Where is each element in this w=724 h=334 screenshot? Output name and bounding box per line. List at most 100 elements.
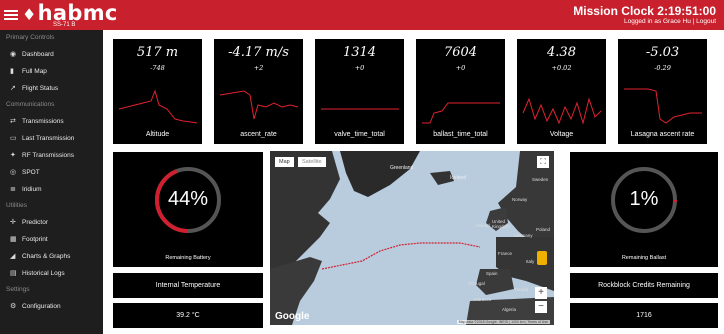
sidebar-item-label: SPOT [22,169,40,176]
rockblock-value: 1716 [636,312,652,319]
flight-path [321,242,481,270]
stat-delta: -0.29 [654,64,671,72]
stat-card-ballast-time-total: 7604 +0 ballast_time_total [416,39,505,144]
top-bar: ♦habmc SS-71 B Mission Clock 2:19:51:00 … [0,0,724,30]
stat-card-voltage: 4.38 +0.02 Voltage [517,39,606,144]
sidebar-item-label: Footprint [22,236,48,243]
map-label-uk: United Kingdom [492,219,510,229]
sidebar-item-label: Historical Logs [22,270,65,277]
stat-label: valve_time_total [334,131,385,138]
window-icon: ▭ [10,135,17,142]
sidebar-section-heading: Settings [6,286,30,293]
sidebar-item-full-map[interactable]: ▮ Full Map [0,63,103,80]
login-status[interactable]: Logged in as Grace Hu | Logout [624,18,716,25]
cogs-icon: ⚙ [10,303,17,310]
greenland-landmass [340,151,420,197]
area-chart-icon: ◢ [10,253,16,260]
stat-delta: +0 [354,64,365,72]
google-logo: Google [275,311,310,322]
hamburger-menu-icon[interactable] [4,8,18,22]
stat-sparkline-line [422,102,500,124]
sidebar-item-footprint[interactable]: ▦ Footprint [0,231,103,248]
map-type-satellite-button[interactable]: Satellite [298,157,326,167]
ballast-label: Remaining Ballast [621,255,667,261]
map-label-tunisia: Tunisia [514,287,529,292]
stat-value: 7604 [443,45,478,60]
zoom-in-button[interactable]: + [535,287,547,299]
map-label-germany: Germany [514,233,533,238]
stat-sparkline-line [522,97,602,125]
sidebar-item-charts-graphs[interactable]: ◢ Charts & Graphs [0,248,103,265]
stat-sparkline-line [118,89,198,124]
rockblock-value-box: 1716 [570,303,718,328]
stat-value: 517 m [136,45,179,60]
map-label-morocco: Morocco [474,297,492,302]
map-label-algeria: Algeria [502,307,517,312]
stat-value: -4.17 m/s [228,45,289,60]
stat-card-lasagna-ascent-rate: -5.03 -0.29 Lasagna ascent rate [618,39,707,144]
sidebar-item-label: Flight Status [22,85,59,92]
map-type-map-button[interactable]: Map [275,157,294,167]
internal-temp-value-box: 39.2 °C [113,303,263,328]
stat-label: ballast_time_total [433,131,488,138]
stat-label: ascent_rate [240,131,277,138]
sidebar-section-heading: Primary Controls [6,34,55,41]
sidebar-item-dashboard[interactable]: ◉ Dashboard [0,46,103,63]
ballast-panel: 1% Remaining Ballast [570,152,718,267]
street-view-pegman-icon[interactable] [537,251,547,265]
map-type-satellite-label: Satellite [302,159,322,165]
list-icon: ≣ [10,186,16,193]
stat-sparkline-line [624,88,702,124]
stat-label: Voltage [549,131,574,138]
map-label-iceland: Iceland [450,175,467,181]
map-canvas[interactable] [270,151,554,325]
sidebar-item-label: Predictor [22,219,49,226]
map-label-norway: Norway [512,197,528,202]
pin-icon: ♦ [22,5,37,24]
stat-sparkline-line [219,90,299,120]
battery-panel: 44% Remaining Battery [113,152,263,267]
stat-sparkline [219,90,299,120]
sidebar-item-transmissions[interactable]: ⇄ Transmissions [0,113,103,130]
rockblock-label-box: Rockblock Credits Remaining [570,273,718,298]
map-footer[interactable]: Map data ©2018 Google, INEGI | 1000 km |… [456,320,550,324]
crosshair-icon: ✛ [10,219,16,226]
sidebar-item-label: Transmissions [22,118,64,125]
flight-map[interactable]: Map Satellite ⛶ Greenland Iceland Sweden… [270,151,554,325]
zoom-out-button[interactable]: − [535,301,547,313]
stat-delta: +2 [253,64,264,72]
sidebar-item-historical-logs[interactable]: ▤ Historical Logs [0,265,103,282]
rocket-icon: ↗ [10,85,16,92]
sidebar-item-label: Last Transmission [22,135,75,142]
book-icon: ▤ [10,270,17,277]
sidebar: Primary Controls ◉ Dashboard ▮ Full Map ↗ Flig… [0,30,106,334]
app-name: habmc [37,1,118,25]
internal-temp-value: 39.2 °C [176,312,200,319]
sidebar-item-configuration[interactable]: ⚙ Configuration [0,298,103,315]
wifi-icon: ✦ [10,152,16,159]
battery-label: Remaining Battery [165,255,211,261]
battery-percent: 44% [167,188,209,210]
sidebar-item-predictor[interactable]: ✛ Predictor [0,214,103,231]
stat-sparkline [321,108,399,110]
map-label-italy: Italy [526,259,535,264]
sidebar-item-last-transmission[interactable]: ▭ Last Transmission [0,130,103,147]
stat-sparkline [422,102,500,124]
internal-temp-label: Internal Temperature [155,282,221,289]
sidebar-item-iridium[interactable]: ≣ Iridium [0,181,103,198]
sidebar-item-flight-status[interactable]: ↗ Flight Status [0,80,103,97]
fullscreen-icon[interactable]: ⛶ [537,156,549,168]
sidebar-section-heading: Utilities [6,202,27,209]
map-label-poland: Poland [536,227,551,232]
sidebar-item-spot[interactable]: ◎ SPOT [0,164,103,181]
sidebar-item-rf-transmissions[interactable]: ✦ RF Transmissions [0,147,103,164]
exchange-icon: ⇄ [10,118,16,125]
stat-delta: +0.02 [551,64,572,72]
stat-value: 4.38 [547,45,576,60]
stat-sparkline [624,88,702,124]
map-type-map-label: Map [279,159,290,165]
sidebar-item-label: Full Map [22,68,47,75]
dashboard-icon: ◉ [10,51,17,58]
map-label-portugal: Portugal [468,281,485,286]
map-icon: ▮ [10,68,14,75]
